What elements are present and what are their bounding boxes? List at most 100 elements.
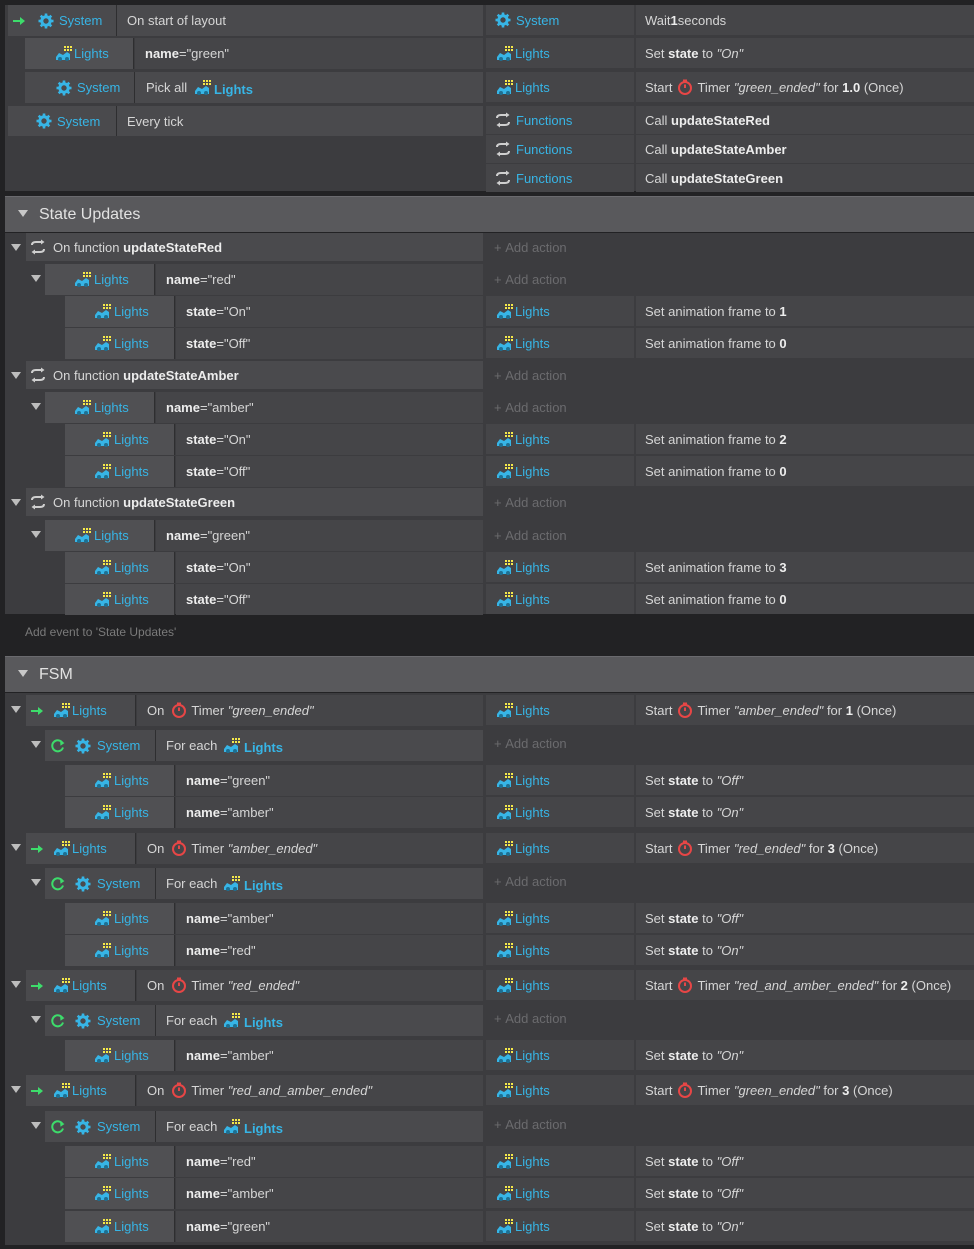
condition-text[interactable]: name = "red" <box>176 1146 483 1177</box>
condition-object[interactable]: Lights <box>25 38 134 69</box>
action-object[interactable]: Lights <box>486 695 634 725</box>
action-object[interactable]: Lights <box>486 584 634 614</box>
collapse-triangle-icon[interactable] <box>18 670 28 677</box>
collapse-triangle-icon[interactable] <box>11 844 21 851</box>
add-action-button[interactable]: + Add action <box>486 866 974 896</box>
condition-text[interactable]: On Timer "amber_ended" <box>137 833 483 864</box>
add-action-button[interactable]: + Add action <box>486 233 974 261</box>
function-event-row[interactable]: On function updateStateRed <box>26 233 483 261</box>
condition-text[interactable]: state = "Off" <box>176 584 483 615</box>
action-object[interactable]: System <box>486 5 634 35</box>
action-text[interactable]: Set animation frame to 2 <box>636 424 974 454</box>
condition-text[interactable]: On Timer "red_and_amber_ended" <box>137 1075 483 1106</box>
action-text[interactable]: Set state to "On" <box>636 1211 974 1241</box>
action-text[interactable]: Set state to "On" <box>636 797 974 827</box>
add-action-button[interactable]: + Add action <box>486 361 974 389</box>
action-object[interactable]: Lights <box>486 456 634 486</box>
add-action-button[interactable]: + Add action <box>486 728 974 758</box>
collapse-triangle-icon[interactable] <box>11 499 21 506</box>
action-object[interactable]: Lights <box>486 1075 634 1105</box>
action-object[interactable]: Lights <box>486 935 634 965</box>
action-text[interactable]: Set state to "Off" <box>636 1146 974 1176</box>
action-text[interactable]: Start Timer "green_ended" for 1.0 (Once) <box>636 72 974 102</box>
action-object[interactable]: Lights <box>486 328 634 358</box>
action-object[interactable]: Lights <box>486 296 634 326</box>
collapse-triangle-icon[interactable] <box>11 1086 21 1093</box>
action-object[interactable]: Lights <box>486 1178 634 1208</box>
action-text[interactable]: Set animation frame to 1 <box>636 296 974 326</box>
condition-text[interactable]: name = "green" <box>176 765 483 796</box>
action-text[interactable]: Set state to "On" <box>636 935 974 965</box>
add-action-button[interactable]: + Add action <box>486 488 974 516</box>
add-action-button[interactable]: + Add action <box>486 520 974 550</box>
condition-text[interactable]: state = "On" <box>176 424 483 455</box>
action-object[interactable]: Lights <box>486 1040 634 1070</box>
condition-object[interactable]: Lights <box>65 1146 175 1177</box>
event-condition-row[interactable]: System On start of layout <box>8 5 483 36</box>
collapse-triangle-icon[interactable] <box>11 981 21 988</box>
condition-text[interactable]: state = "Off" <box>176 328 483 359</box>
condition-text[interactable]: name = "green" <box>135 38 483 69</box>
condition-object[interactable]: Lights <box>65 1040 175 1071</box>
condition-text[interactable]: name = "amber" <box>176 1178 483 1209</box>
condition-text[interactable]: name = "amber" <box>176 903 483 934</box>
action-object[interactable]: Lights <box>486 38 634 68</box>
action-text[interactable]: Start Timer "green_ended" for 3 (Once) <box>636 1075 974 1105</box>
condition-object[interactable]: Lights <box>65 935 175 966</box>
action-object[interactable]: Lights <box>486 970 634 1000</box>
action-text[interactable]: Start Timer "red_and_amber_ended" for 2 (… <box>636 970 974 1000</box>
action-text[interactable]: Set state to "On" <box>636 1040 974 1070</box>
action-object[interactable]: Lights <box>486 72 634 102</box>
collapse-triangle-icon[interactable] <box>31 1016 41 1023</box>
action-text[interactable]: Call updateStateGreen <box>636 164 974 192</box>
condition-object[interactable]: Lights <box>65 456 175 487</box>
collapse-triangle-icon[interactable] <box>31 275 41 282</box>
event-condition-row[interactable]: System For each Lights <box>45 1111 483 1142</box>
condition-text[interactable]: name = "green" <box>176 1211 483 1242</box>
action-object[interactable]: Functions <box>486 164 634 192</box>
condition-object[interactable]: Lights <box>65 797 175 828</box>
condition-text[interactable]: state = "On" <box>176 296 483 327</box>
condition-object[interactable]: Lights <box>45 392 155 423</box>
condition-object[interactable]: Lights <box>65 584 175 615</box>
condition-object[interactable]: Lights <box>65 1211 175 1242</box>
condition-text[interactable]: name = "amber" <box>176 1040 483 1071</box>
condition-text[interactable]: name = "green" <box>156 520 483 551</box>
add-action-button[interactable]: + Add action <box>486 264 974 294</box>
action-object[interactable]: Lights <box>486 424 634 454</box>
action-text[interactable]: Set state to "Off" <box>636 765 974 795</box>
action-object[interactable]: Lights <box>486 1211 634 1241</box>
collapse-triangle-icon[interactable] <box>11 372 21 379</box>
condition-object[interactable]: Lights <box>26 1075 136 1106</box>
action-text[interactable]: Set state to "Off" <box>636 903 974 933</box>
condition-object[interactable]: Lights <box>65 328 175 359</box>
action-object[interactable]: Functions <box>486 106 634 134</box>
event-condition-row[interactable]: System Every tick <box>8 106 483 136</box>
action-object[interactable]: Lights <box>486 765 634 795</box>
condition-text[interactable]: name = "red" <box>176 935 483 966</box>
action-object[interactable]: Lights <box>486 833 634 863</box>
condition-object[interactable]: Lights <box>65 296 175 327</box>
collapse-triangle-icon[interactable] <box>31 403 41 410</box>
action-text[interactable]: Start Timer "red_ended" for 3 (Once) <box>636 833 974 863</box>
condition-object[interactable]: Lights <box>65 765 175 796</box>
collapse-triangle-icon[interactable] <box>31 1122 41 1129</box>
action-text[interactable]: Start Timer "amber_ended" for 1 (Once) <box>636 695 974 725</box>
condition-text[interactable]: name = "red" <box>156 264 483 295</box>
action-text[interactable]: Set state to "On" <box>636 38 974 68</box>
function-event-row[interactable]: On function updateStateAmber <box>26 361 483 389</box>
event-condition-row[interactable]: System For each Lights <box>45 730 483 761</box>
function-event-row[interactable]: On function updateStateGreen <box>26 488 483 516</box>
condition-object[interactable]: Lights <box>26 695 136 726</box>
action-text[interactable]: Wait 1 seconds <box>636 5 974 35</box>
condition-object[interactable]: Lights <box>65 1178 175 1209</box>
event-condition-row[interactable]: System For each Lights <box>45 1005 483 1036</box>
condition-text[interactable]: On Timer "green_ended" <box>137 695 483 726</box>
action-text[interactable]: Set animation frame to 0 <box>636 584 974 614</box>
collapse-triangle-icon[interactable] <box>31 879 41 886</box>
event-condition-row[interactable]: System Pick all Lights <box>25 72 483 103</box>
action-text[interactable]: Set animation frame to 0 <box>636 456 974 486</box>
event-condition-row[interactable]: System For each Lights <box>45 868 483 899</box>
group-header-fsm[interactable]: FSM <box>5 656 974 692</box>
condition-text[interactable]: On Timer "red_ended" <box>137 970 483 1001</box>
